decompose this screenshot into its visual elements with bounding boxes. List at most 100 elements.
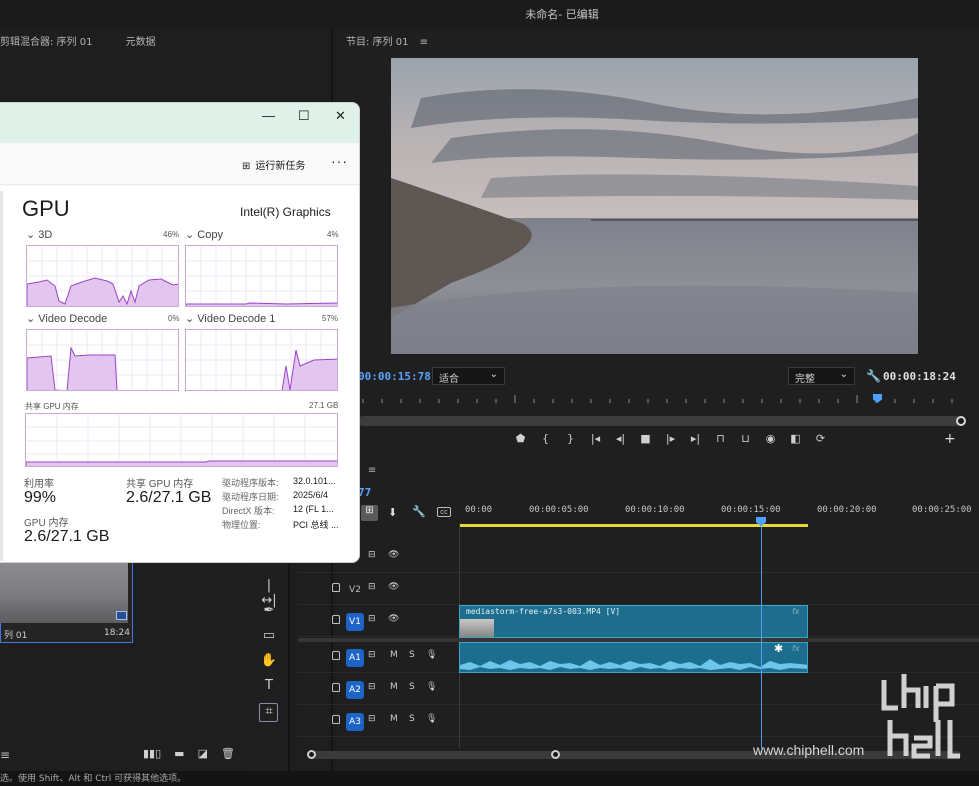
tab-clip-mixer[interactable]: 剪辑混合器: 序列 01 — [0, 37, 92, 48]
monitor-zoom-scrollbar[interactable] — [358, 416, 962, 426]
add-button-icon[interactable]: + — [944, 431, 956, 447]
engine-video-decode-1-graph — [185, 329, 338, 391]
mark-out-icon[interactable]: } — [558, 432, 583, 448]
hand-icon[interactable]: ✋ — [260, 653, 278, 668]
nav-edge — [0, 191, 3, 561]
wrench-icon[interactable]: 🔧 — [412, 505, 426, 518]
camera-icon[interactable]: ◉ — [758, 432, 783, 448]
sync-lock-icon[interactable]: ⊟ — [368, 582, 376, 592]
app-title: 未命名- 已编辑 — [525, 8, 599, 21]
panel-menu-icon[interactable]: ≡ — [368, 465, 376, 476]
overwrite-icon[interactable]: ⊔ — [733, 432, 758, 448]
scrollbar-left-handle[interactable] — [307, 750, 316, 759]
close-icon[interactable]: ✕ — [335, 108, 346, 124]
engine-video-decode-1-label[interactable]: ⌄ Video Decode 1 — [185, 312, 275, 325]
panel-menu-icon[interactable]: ≡ — [420, 37, 428, 48]
sync-lock-icon[interactable]: ⊟ — [368, 650, 376, 660]
type-tool-icon[interactable]: T — [260, 678, 278, 693]
pen-icon[interactable]: ✒ — [260, 603, 278, 618]
solo-icon[interactable]: S — [409, 650, 415, 660]
wrench-icon[interactable]: 🔧 — [866, 369, 881, 383]
microphone-icon[interactable]: 🎙 — [426, 682, 437, 692]
microphone-icon[interactable]: 🎙 — [426, 650, 437, 660]
step-back-icon[interactable]: ◂| — [608, 432, 633, 448]
automate-icon[interactable]: ▮▮▯ — [143, 747, 161, 760]
title-bar: 未命名- 已编辑 — [0, 0, 979, 27]
location-value: PCI 总线 ... — [293, 520, 339, 530]
run-new-task-button[interactable]: ⊞ 运行新任务 — [242, 157, 305, 172]
new-bin-icon[interactable]: ▬ — [174, 747, 184, 760]
mute-icon[interactable]: M — [390, 682, 398, 692]
trash-icon[interactable]: 🗑 — [221, 747, 235, 760]
track-name[interactable]: V2 — [346, 581, 364, 599]
program-monitor-tab[interactable]: 节目: 序列 01 ≡ — [346, 33, 428, 48]
scrollbar-right-handle[interactable] — [551, 750, 560, 759]
chevron-down-icon: ⌄ — [185, 229, 198, 241]
track-name[interactable]: A3 — [346, 713, 364, 731]
go-to-in-icon[interactable]: |◂ — [583, 432, 608, 448]
chiphell-logo — [880, 672, 964, 768]
snap-icon[interactable]: ⊞ — [361, 505, 378, 521]
lock-icon[interactable] — [332, 615, 340, 624]
mute-icon[interactable]: M — [390, 650, 398, 660]
new-item-icon[interactable]: ◪ — [198, 747, 208, 760]
step-forward-icon[interactable]: |▸ — [658, 432, 683, 448]
lock-icon[interactable] — [332, 651, 340, 660]
go-to-out-icon[interactable]: ▸| — [683, 432, 708, 448]
lock-icon[interactable] — [332, 715, 340, 724]
sync-lock-icon[interactable]: ⊟ — [368, 614, 376, 624]
sync-lock-icon[interactable]: ⊟ — [368, 682, 376, 692]
mute-icon[interactable]: M — [390, 714, 398, 724]
lock-icon[interactable] — [332, 683, 340, 692]
task-manager-title-bar[interactable]: — ☐ ✕ — [0, 103, 359, 143]
engine-3d-label[interactable]: ⌄ 3D — [26, 228, 52, 241]
engine-copy-graph — [185, 245, 338, 307]
track-name[interactable]: V1 — [346, 613, 364, 631]
eye-icon[interactable]: 👁 — [388, 614, 399, 624]
minimize-icon[interactable]: — — [262, 108, 275, 123]
more-options-icon[interactable]: ··· — [331, 153, 348, 169]
timeline-ruler[interactable]: 00:00 00:00:05:00 00:00:10:00 00:00:15:0… — [459, 505, 979, 521]
zoom-fit-dropdown[interactable]: 适合 ⌄ — [432, 367, 505, 385]
location-label: 物理位置: — [222, 520, 261, 530]
ruler-label: 00:00:25:00 — [912, 505, 972, 515]
microphone-icon[interactable]: 🎙 — [426, 714, 437, 724]
sync-lock-icon[interactable]: ⊟ — [368, 714, 376, 724]
task-manager-window: — ☐ ✕ ⊞ 运行新任务 ··· GPU Intel(R) Graphics ⌄… — [0, 102, 360, 563]
thumbnail-duration: 18:24 — [104, 628, 130, 638]
insert-icon[interactable]: ⊓ — [708, 432, 733, 448]
remix-tool-icon[interactable]: ⌗ — [260, 704, 278, 719]
rectangle-icon[interactable]: ▭ — [260, 628, 278, 643]
eye-icon[interactable]: 👁 — [388, 550, 399, 560]
solo-icon[interactable]: S — [409, 682, 415, 692]
engine-video-decode-graph — [26, 329, 179, 391]
list-view-icon[interactable]: ≡ — [0, 748, 10, 762]
compare-icon[interactable]: ◧ — [783, 432, 808, 448]
eye-icon[interactable]: 👁 — [388, 582, 399, 592]
engine-copy-plot — [186, 246, 337, 306]
tab-metadata[interactable]: 元数据 — [126, 37, 156, 48]
track-name[interactable]: A2 — [346, 681, 364, 699]
engine-video-decode-label[interactable]: ⌄ Video Decode — [26, 312, 107, 325]
stop-icon[interactable]: ■ — [633, 432, 658, 448]
monitor-time-ruler[interactable] — [358, 393, 958, 405]
mark-in-icon[interactable]: { — [533, 432, 558, 448]
solo-icon[interactable]: S — [409, 714, 415, 724]
current-timecode[interactable]: 00:00:15:78 — [358, 370, 431, 383]
linked-selection-icon[interactable]: ⬇ — [388, 506, 397, 519]
proxy-icon[interactable]: ⟳ — [808, 432, 833, 448]
scrollbar-handle[interactable] — [956, 416, 966, 426]
transport-controls: ⬟ { } |◂ ◂| ■ |▸ ▸| ⊓ ⊔ ◉ ◧ ⟳ — [508, 432, 833, 448]
track-name[interactable]: A1 — [346, 649, 364, 667]
work-area-bar[interactable] — [459, 524, 808, 527]
chevron-down-icon: ⌄ — [26, 313, 39, 325]
captions-icon[interactable]: cc — [437, 507, 451, 517]
maximize-icon[interactable]: ☐ — [298, 108, 310, 124]
video-clip-name: mediastorm-free-a7s3-003.MP4 [V] — [466, 607, 621, 616]
quality-dropdown[interactable]: 完整 ⌄ — [788, 367, 855, 385]
sync-lock-icon[interactable]: ⊟ — [368, 550, 376, 560]
add-marker-icon[interactable]: ⬟ — [508, 432, 533, 448]
audio-clip[interactable] — [459, 642, 808, 673]
engine-copy-label[interactable]: ⌄ Copy — [185, 228, 223, 241]
lock-icon[interactable] — [332, 583, 340, 592]
